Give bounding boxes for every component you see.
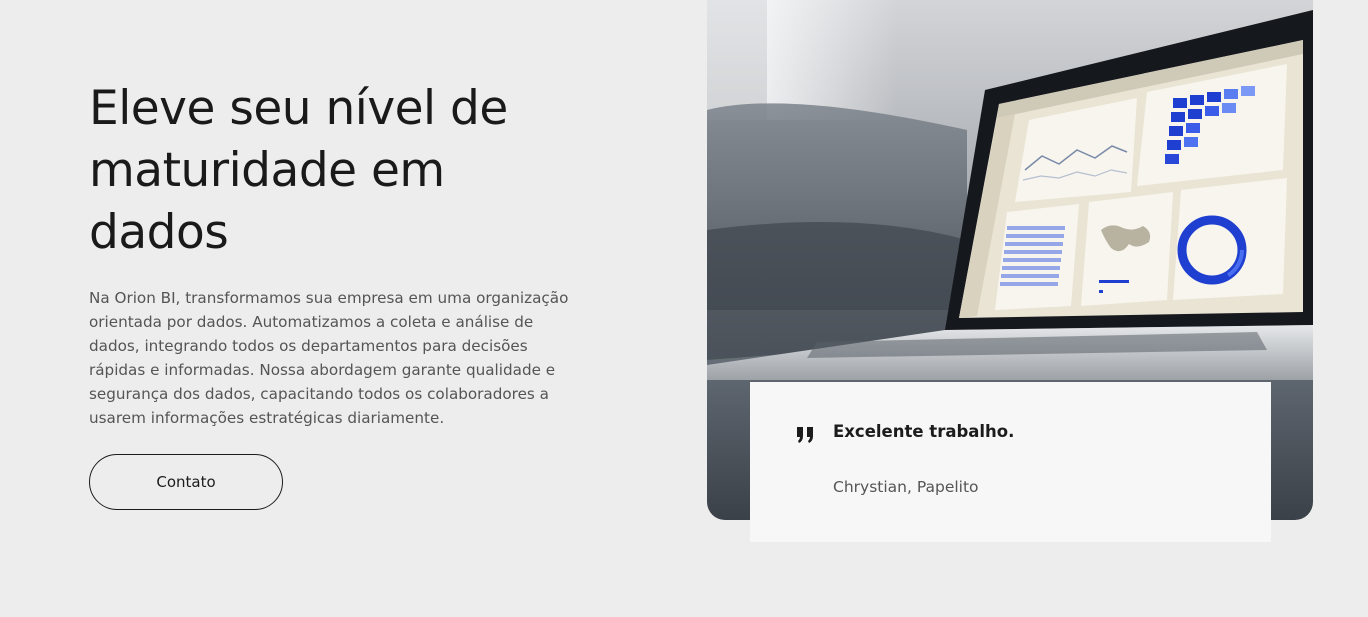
testimonial-quote: Excelente trabalho. [833, 422, 1015, 441]
contact-button[interactable]: Contato [89, 454, 283, 510]
hero-description: Na Orion BI, transformamos sua empresa e… [89, 289, 569, 427]
hero-section: Eleve seu nível de maturidade em dados N… [89, 78, 579, 510]
testimonial-card: Excelente trabalho. Chrystian, Papelito [750, 382, 1271, 542]
quote-icon [797, 427, 813, 443]
hero-headline: Eleve seu nível de maturidade em dados [89, 81, 508, 260]
testimonial-author: Chrystian, Papelito [833, 478, 979, 496]
